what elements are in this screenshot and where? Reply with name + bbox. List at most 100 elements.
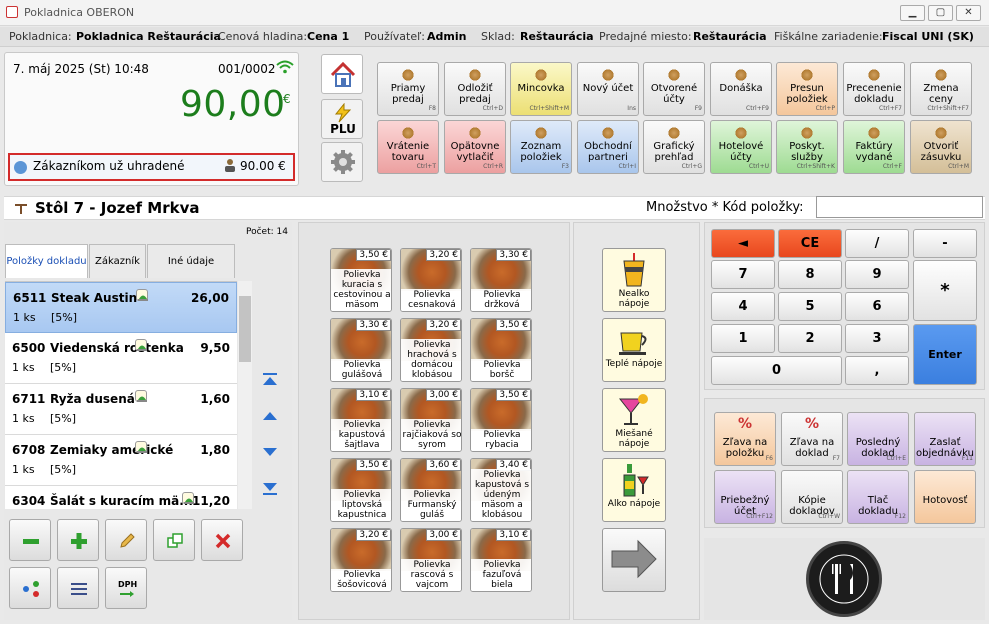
key-5[interactable]: 5 — [778, 292, 842, 321]
function-button[interactable]: Priamy predaj F8 — [377, 62, 439, 116]
product-tile[interactable]: 3,20 € Polievka hrachová s domácou klobás… — [400, 318, 462, 382]
vat-button[interactable]: DPH — [105, 567, 147, 609]
next-categories-button[interactable] — [602, 528, 666, 592]
action-button[interactable]: % Zľava na doklad F7 — [781, 412, 843, 466]
key-8[interactable]: 8 — [778, 260, 842, 289]
product-tile[interactable]: 3,00 € Polievka rajčiaková so syrom — [400, 388, 462, 452]
tab-other-data[interactable]: Iné údaje dokladu — [147, 244, 235, 301]
split-button[interactable] — [9, 567, 51, 609]
home-button[interactable] — [321, 54, 363, 94]
scrollbar-thumb[interactable] — [239, 296, 251, 362]
window-title: Pokladnica OBERON — [24, 6, 135, 19]
comma-key[interactable]: , — [845, 356, 909, 385]
function-button[interactable]: Faktúry vydané Ctrl+F — [843, 120, 905, 174]
action-button[interactable]: Posledný doklad Ctrl+E — [847, 412, 909, 466]
clear-entry-key[interactable]: CE — [778, 229, 842, 258]
total-amount: 90,00 — [180, 84, 286, 125]
document-item-row[interactable]: 6711 Ryža dusená 1,60 1 ks [5%] — [5, 384, 237, 435]
category-alko[interactable]: Alko nápoje — [602, 458, 666, 522]
function-button[interactable]: Precenenie dokladu Ctrl+F7 — [843, 62, 905, 116]
key-9[interactable]: 9 — [845, 260, 909, 289]
product-tile[interactable]: 3,50 € Polievka boršč — [470, 318, 532, 382]
key-3[interactable]: 3 — [845, 324, 909, 353]
fork-knife-icon — [819, 554, 869, 604]
function-button[interactable]: Donáška Ctrl+F9 — [710, 62, 772, 116]
function-button[interactable]: Zmena ceny Ctrl+Shift+F7 — [910, 62, 972, 116]
key-7[interactable]: 7 — [711, 260, 775, 289]
product-tile[interactable]: 3,60 € Polievka Furmanský guláš — [400, 458, 462, 522]
settings-button[interactable] — [321, 142, 363, 182]
enter-key[interactable]: Enter — [913, 324, 977, 385]
duplicate-item-button[interactable] — [153, 519, 195, 561]
function-button[interactable]: Grafický prehľad Ctrl+G — [643, 120, 705, 174]
action-button[interactable]: Priebežný účet Ctrl+F12 — [714, 470, 776, 524]
function-button[interactable]: Otvoriť zásuvku Ctrl+M — [910, 120, 972, 174]
product-tile[interactable]: 3,20 € Polievka cesnaková — [400, 248, 462, 312]
minimize-button[interactable]: ▁ — [900, 5, 925, 21]
function-button[interactable]: Mincovka Ctrl+Shift+M — [510, 62, 572, 116]
divide-key[interactable]: / — [845, 229, 909, 258]
scroll-up-icon[interactable] — [263, 409, 277, 423]
function-label: Otvoriť zásuvku — [920, 141, 962, 163]
scroll-down-icon[interactable] — [263, 445, 277, 459]
product-tile[interactable]: 3,10 € Polievka fazuľová biela — [470, 528, 532, 592]
product-tile[interactable]: 3,30 € Polievka držková — [470, 248, 532, 312]
document-item-row[interactable]: 6500 Viedenská roštenka 9,50 1 ks [5%] — [5, 333, 237, 384]
action-button[interactable]: Hotovosť — [914, 470, 976, 524]
function-button[interactable]: Nový účet Ins — [577, 62, 639, 116]
key-1[interactable]: 1 — [711, 324, 775, 353]
product-tile[interactable]: 3,50 € Polievka rybacia — [470, 388, 532, 452]
document-item-row[interactable]: 6511 Steak Austin 26,00 1 ks [5%] — [5, 282, 237, 333]
product-tile[interactable]: 3,10 € Polievka kapustová šajtlava — [330, 388, 392, 452]
category-teple[interactable]: Teplé nápoje — [602, 318, 666, 382]
close-button[interactable]: ✕ — [956, 5, 981, 21]
category-miesane[interactable]: Miešané nápoje — [602, 388, 666, 452]
function-button[interactable]: Zoznam položiek F3 — [510, 120, 572, 174]
decrease-qty-button[interactable] — [9, 519, 51, 561]
tab-document-items[interactable]: Položky dokladu — [5, 244, 88, 278]
function-button[interactable]: Otvorené účty F9 — [643, 62, 705, 116]
action-button[interactable]: Zaslať objednávku F11 — [914, 412, 976, 466]
function-button[interactable]: Vrátenie tovaru Ctrl+T — [377, 120, 439, 174]
plu-button[interactable]: PLU — [321, 99, 363, 139]
function-button[interactable]: Opätovne vytlačiť Ctrl+R — [444, 120, 506, 174]
action-button[interactable]: % Zľava na položku F6 — [714, 412, 776, 466]
scroll-bottom-icon[interactable] — [263, 481, 277, 495]
tile-price: 3,10 € — [496, 529, 531, 541]
action-button[interactable]: Kópie dokladov Ctrl+W — [781, 470, 843, 524]
function-shortcut: Ctrl+I — [618, 163, 636, 170]
coins-icon — [534, 69, 548, 81]
function-button[interactable]: Presun položiek Ctrl+P — [776, 62, 838, 116]
function-button[interactable]: Hotelové účty Ctrl+U — [710, 120, 772, 174]
key-0[interactable]: 0 — [711, 356, 842, 385]
quantity-code-input[interactable] — [816, 196, 983, 218]
function-button[interactable]: Poskyt. služby Ctrl+Shift+K — [776, 120, 838, 174]
minus-key[interactable]: - — [913, 229, 977, 258]
function-button[interactable]: Odložiť predaj Ctrl+D — [444, 62, 506, 116]
increase-qty-button[interactable] — [57, 519, 99, 561]
product-tile[interactable]: 3,20 € Polievka šošovicová — [330, 528, 392, 592]
key-2[interactable]: 2 — [778, 324, 842, 353]
category-nealko[interactable]: Nealko nápoje — [602, 248, 666, 312]
edit-item-button[interactable] — [105, 519, 147, 561]
backspace-key[interactable]: ◄ — [711, 229, 775, 258]
maximize-button[interactable]: ▢ — [928, 5, 953, 21]
product-tile[interactable]: 3,30 € Polievka gulášová — [330, 318, 392, 382]
product-tile[interactable]: 3,40 € Polievka kapustová s údeným mäsom … — [470, 458, 532, 522]
document-item-row[interactable]: 6708 Zemiaky americké 1,80 1 ks [5%] — [5, 435, 237, 486]
multiply-key[interactable]: * — [913, 260, 977, 321]
key-6[interactable]: 6 — [845, 292, 909, 321]
document-item-row[interactable]: 6304Šalát s kuracím mä...11,201 ks[5%] — [5, 486, 237, 509]
item-quantity: 1 ks — [12, 361, 35, 374]
tab-customer[interactable]: Zákazník — [89, 244, 146, 278]
scroll-top-icon[interactable] — [263, 373, 277, 387]
category-label: Nealko nápoje — [618, 289, 650, 309]
delete-item-button[interactable] — [201, 519, 243, 561]
function-button[interactable]: Obchodní partneri Ctrl+I — [577, 120, 639, 174]
action-button[interactable]: Tlač dokladu F12 — [847, 470, 909, 524]
product-tile[interactable]: 3,50 € Polievka liptovská kapustnica — [330, 458, 392, 522]
product-tile[interactable]: 3,00 € Polievka rascová s vajcom — [400, 528, 462, 592]
key-4[interactable]: 4 — [711, 292, 775, 321]
product-tile[interactable]: 3,50 € Polievka kuracia s cestovinou a mä… — [330, 248, 392, 312]
list-view-button[interactable] — [57, 567, 99, 609]
